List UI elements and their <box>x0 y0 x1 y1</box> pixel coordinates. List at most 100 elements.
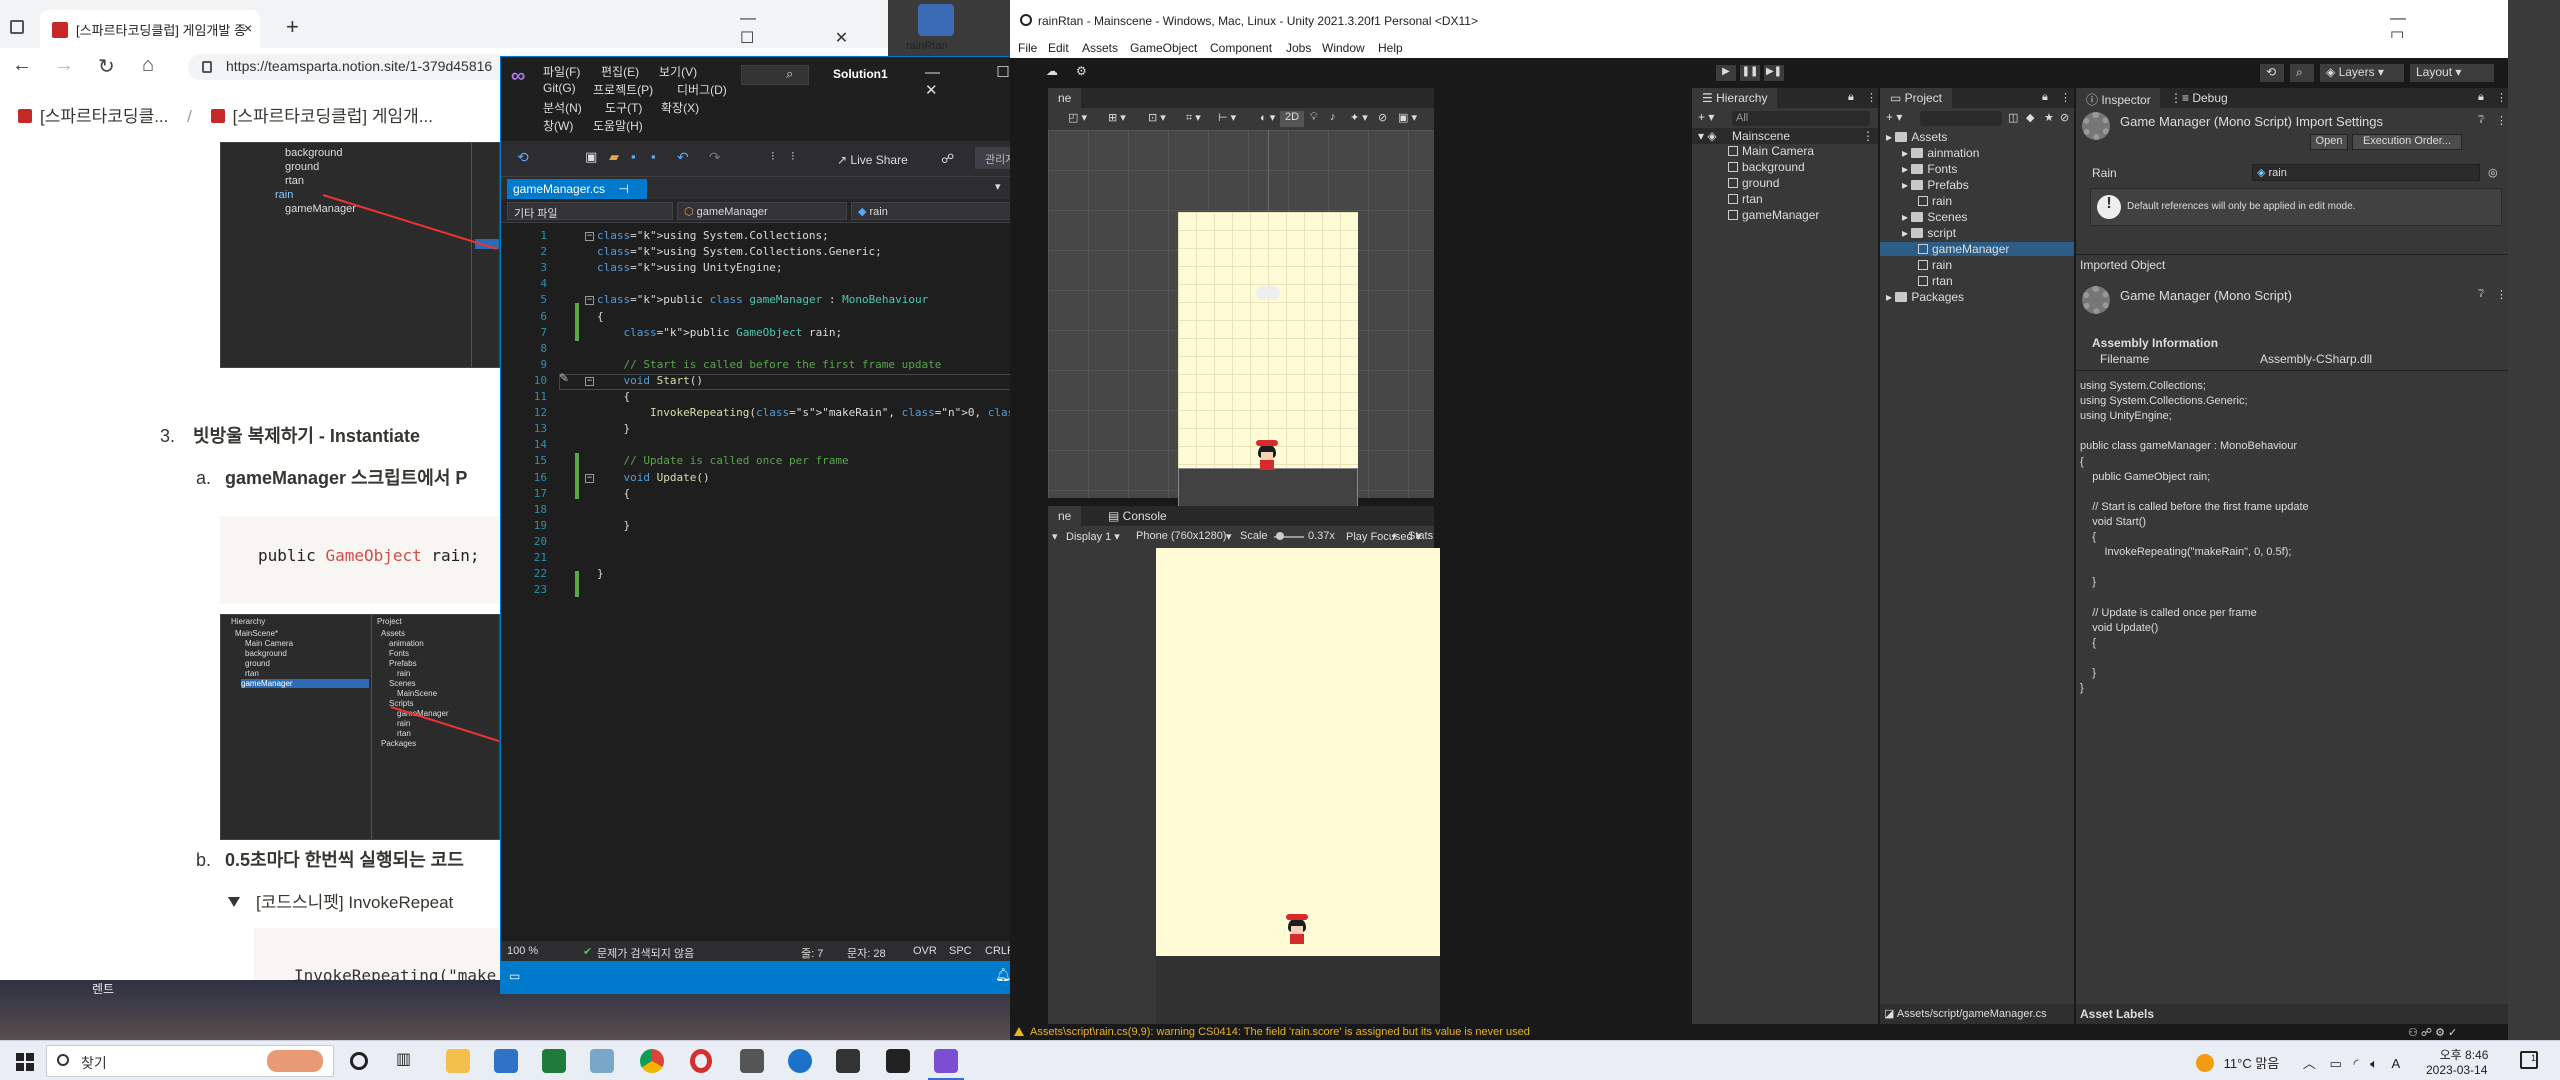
lock-icon[interactable]: 🔒︎ <box>1848 91 1854 104</box>
menu-tools[interactable]: 도구(T) <box>605 99 642 116</box>
comment-icon[interactable]: ⁝ <box>771 149 775 163</box>
edge-icon[interactable] <box>788 1049 812 1073</box>
taskbar-search-input[interactable]: 찾기 <box>46 1045 334 1077</box>
project-dropdown[interactable]: 기타 파일 <box>507 202 673 220</box>
fold-toggle-icon[interactable]: − <box>585 296 594 306</box>
hierarchy-item[interactable]: rtan <box>1728 192 1763 206</box>
search-icon[interactable]: ⌕ <box>2290 64 2314 82</box>
code-line[interactable]: class="k">public class gameManager : Mon… <box>597 293 928 306</box>
expand-arrow-icon[interactable]: ▸ <box>1902 146 1911 160</box>
menu-edit[interactable]: 편집(E) <box>601 63 639 80</box>
scale-slider-handle[interactable] <box>1276 532 1284 540</box>
code-line[interactable]: class="k">using System.Collections; <box>597 229 829 242</box>
increment-snap-icon[interactable]: ⊢ ▾ <box>1218 111 1236 124</box>
rtan-character-sprite[interactable] <box>1256 440 1278 470</box>
code-line[interactable]: } <box>597 422 630 435</box>
tab-scene[interactable]: ne <box>1048 88 1082 108</box>
menu-view[interactable]: 보기(V) <box>659 63 697 80</box>
resolution-dropdown[interactable]: Phone (760x1280) <box>1136 530 1227 542</box>
save-all-icon[interactable]: ▪ <box>651 149 656 164</box>
zoom-level[interactable]: 100 % <box>507 945 538 957</box>
source-control-icon[interactable]: ▭ <box>509 969 520 983</box>
code-line[interactable]: { <box>597 487 630 500</box>
lock-icon[interactable]: 🔒︎ <box>2042 91 2048 104</box>
uncomment-icon[interactable]: ⁝ <box>791 149 795 163</box>
hierarchy-search-input[interactable]: All <box>1732 111 1870 126</box>
file-explorer-icon[interactable] <box>446 1049 470 1073</box>
project-tree-item[interactable]: ▸ Packages <box>1880 290 2074 304</box>
mute-audio-icon[interactable]: 🔈︎ <box>1392 530 1399 543</box>
stats-toggle[interactable]: Stats <box>1408 530 1433 542</box>
class-dropdown[interactable]: ⬡ gameManager <box>677 202 847 220</box>
history-icon[interactable]: ⟲ <box>2260 64 2284 82</box>
calculator-icon[interactable] <box>740 1049 764 1073</box>
vs-search-input[interactable] <box>741 65 809 85</box>
add-icon[interactable]: + ▾ <box>1886 110 1902 124</box>
hierarchy-item[interactable]: Main Camera <box>1728 144 1814 158</box>
undo-icon[interactable]: ↶ <box>677 149 689 166</box>
hierarchy-item[interactable]: ground <box>1728 176 1779 190</box>
search-icon[interactable]: ⌕ <box>786 66 793 82</box>
display-dropdown[interactable]: Display 1 ▾ <box>1066 530 1120 543</box>
project-tree-item[interactable]: gameManager <box>1880 242 2074 256</box>
code-line[interactable]: // Update is called once per frame <box>597 454 848 467</box>
menu-file[interactable]: File <box>1018 41 1037 55</box>
pin-icon[interactable]: ⊣ <box>618 182 628 196</box>
hierarchy-scene-row[interactable]: ▾ ◈ Mainscene ⋮ <box>1692 128 1878 144</box>
code-line[interactable]: // Start is called before the first fram… <box>597 358 941 371</box>
feedback-icon[interactable]: ☍ <box>941 151 954 167</box>
back-icon[interactable]: ← <box>12 54 32 77</box>
code-snippet-toggle[interactable]: [코드스니펫] InvokeRepeat <box>228 888 453 913</box>
shading-icon[interactable]: ◐ ▾ <box>1260 111 1275 124</box>
weather-sun-icon[interactable] <box>2196 1054 2214 1072</box>
issues-status[interactable]: 문제가 검색되지 않음 <box>597 945 694 961</box>
object-picker-icon[interactable]: ◎ <box>2488 166 2498 179</box>
more-menu-icon[interactable]: ⋮ <box>2496 91 2507 104</box>
tray-up-arrow-icon[interactable]: ︿ <box>2303 1056 2316 1071</box>
unity-icon[interactable] <box>886 1049 910 1073</box>
menu-assets[interactable]: Assets <box>1082 41 1118 55</box>
project-search-input[interactable] <box>1920 111 2002 126</box>
fold-toggle-icon[interactable]: − <box>585 232 594 241</box>
favorite-icon[interactable]: ★ <box>2044 111 2054 124</box>
camera-gizmo-icon[interactable] <box>1256 286 1280 300</box>
forward-icon[interactable]: → <box>54 54 74 77</box>
new-item-icon[interactable]: ▣ <box>585 149 597 165</box>
step-button[interactable]: ▶❚ <box>1764 65 1784 81</box>
menu-edit[interactable]: Edit <box>1048 41 1069 55</box>
document-tab-gamemanager[interactable]: gameManager.cs ⊣ ✕ <box>507 179 647 210</box>
project-tree-item[interactable]: rtan <box>1880 274 2074 288</box>
more-menu-icon[interactable]: ⋮ <box>1866 91 1877 104</box>
member-dropdown[interactable]: ◆ rain <box>851 202 1019 220</box>
redo-icon[interactable]: ↷ <box>709 149 721 166</box>
browser-tab[interactable]: [스파르타코딩클럽] 게임개발 종 × <box>40 10 260 50</box>
help-icon[interactable]: ❔︎ <box>2478 288 2485 301</box>
save-icon[interactable]: ▪ <box>631 149 636 164</box>
notification-center-icon[interactable]: 1 <box>2520 1051 2538 1069</box>
layers-dropdown[interactable]: ◈ Layers ▾ <box>2320 64 2404 82</box>
project-tree-item[interactable]: ▸ Fonts <box>1880 162 2074 176</box>
app-icon-blue[interactable] <box>494 1049 518 1073</box>
menu-analyze[interactable]: 분석(N) <box>543 99 582 116</box>
expand-arrow-icon[interactable]: ▸ <box>1902 178 1911 192</box>
scene-viewport[interactable] <box>1048 130 1434 512</box>
menu-debug[interactable]: 디버그(D) <box>677 81 727 98</box>
execution-order-button[interactable]: Execution Order... <box>2352 134 2462 150</box>
wifi-icon[interactable]: ◜ <box>2353 1056 2358 1071</box>
project-tree-item[interactable]: ▸ ainmation <box>1880 146 2074 160</box>
filter-label-icon[interactable]: ◆ <box>2026 111 2034 124</box>
play-button[interactable]: ▶ <box>1716 65 1736 81</box>
filter-type-icon[interactable]: ◫ <box>2008 111 2018 124</box>
app-icon[interactable] <box>590 1049 614 1073</box>
volume-icon[interactable]: 🔈︎ <box>2370 1056 2378 1071</box>
windows-start-icon[interactable] <box>16 1053 34 1071</box>
cortana-icon[interactable] <box>350 1052 368 1070</box>
back-navigate-icon[interactable]: ⟲ <box>517 149 529 166</box>
more-menu-icon[interactable]: ⋮ <box>2060 91 2071 104</box>
open-button[interactable]: Open <box>2310 134 2348 150</box>
status-icons[interactable]: ⚇ ☍ ⚙ ✓ <box>2408 1026 2457 1039</box>
new-tab-button[interactable]: + <box>286 14 299 40</box>
tab-debug[interactable]: ⋮≡ Debug <box>2160 88 2238 108</box>
draw-mode-icon[interactable]: ◰ ▾ <box>1068 111 1087 124</box>
console-status-bar[interactable]: Assets\script\rain.cs(9,9): warning CS04… <box>1010 1024 2508 1040</box>
